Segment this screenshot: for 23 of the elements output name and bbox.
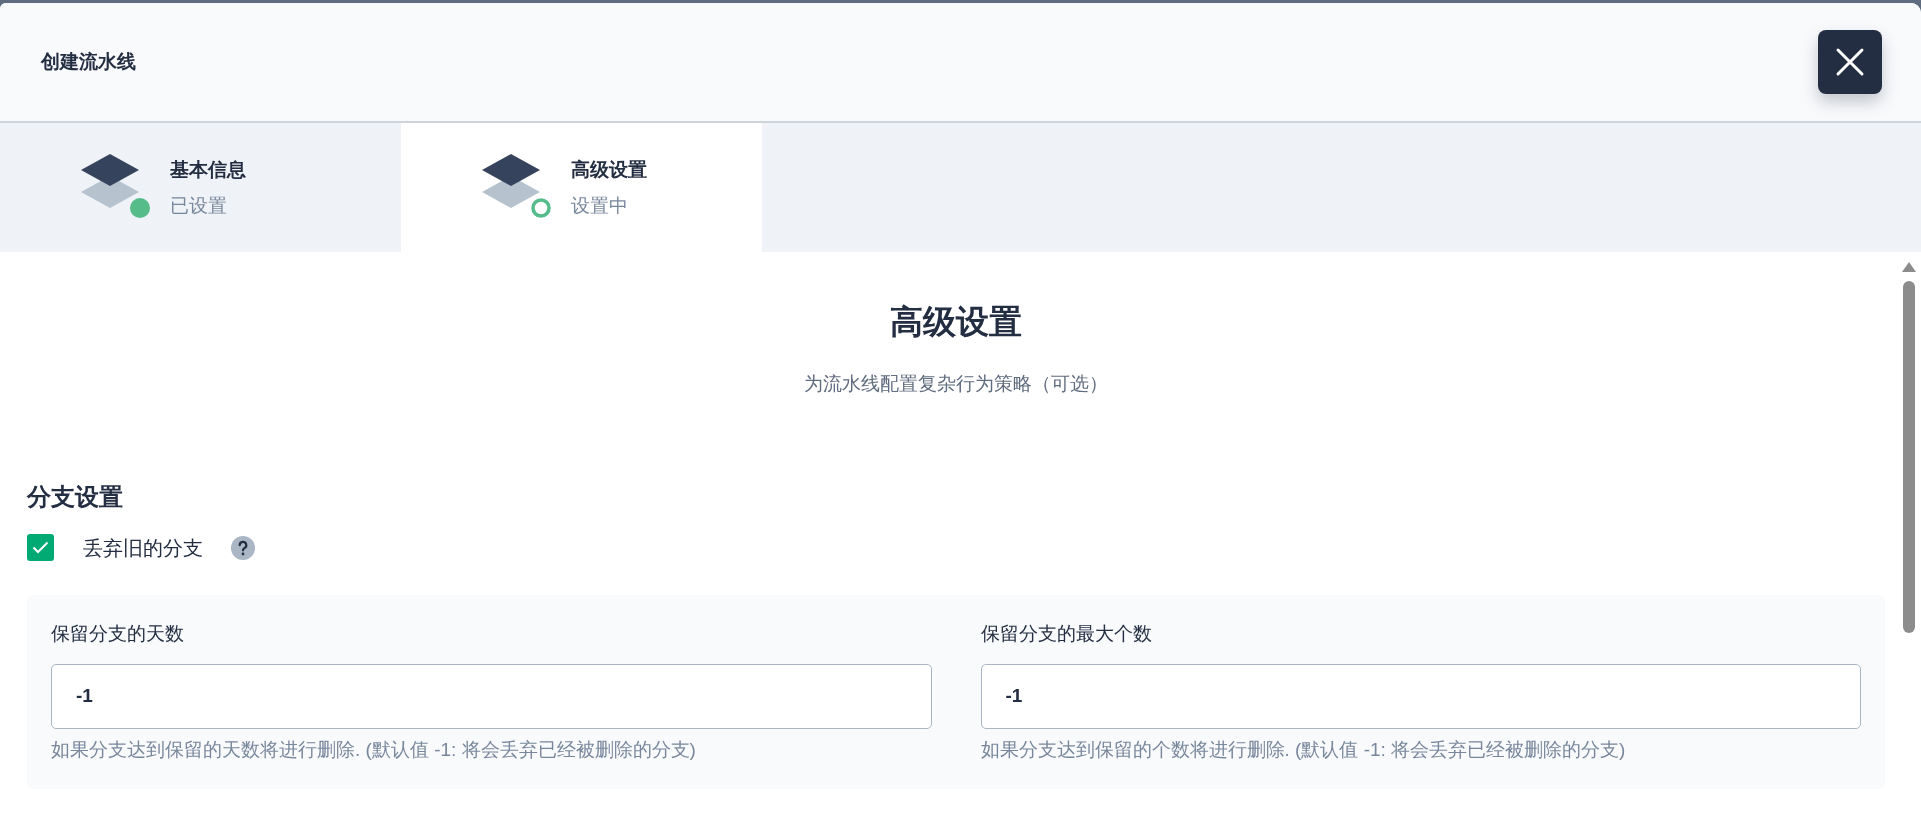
help-icon[interactable] (231, 535, 255, 560)
input-field[interactable]: -1 (51, 663, 932, 729)
checkmark-icon (32, 541, 49, 554)
checkbox-label: 丢弃旧的分支 (83, 535, 203, 561)
dialog-title: 创建流水线 (41, 49, 136, 74)
close-button[interactable] (1818, 30, 1882, 94)
field-label: 保留分支的天数 (51, 621, 185, 646)
step-status: 已设置 (170, 193, 228, 218)
section-title: 分支设置 (27, 481, 123, 512)
step-title: 高级设置 (571, 157, 647, 182)
field-hint: 如果分支达到保留的个数将进行删除. (默认值 -1: 将会丢弃已经被删除的分支) (980, 737, 1627, 762)
field-label: 保留分支的最大个数 (980, 621, 1153, 646)
step-tab[interactable]: 高级设置 设置中 (401, 123, 762, 252)
input-field[interactable]: -1 (980, 663, 1861, 729)
close-icon (1835, 47, 1865, 77)
step-title: 基本信息 (170, 157, 246, 182)
scroll-up-arrow-icon[interactable] (1901, 261, 1917, 273)
scrollbar-thumb[interactable] (1903, 281, 1915, 633)
page-heading: 高级设置 (890, 302, 1022, 342)
checkbox[interactable] (27, 534, 54, 561)
field-hint: 如果分支达到保留的天数将进行删除. (默认值 -1: 将会丢弃已经被删除的分支) (51, 737, 697, 762)
step-status: 设置中 (571, 193, 629, 218)
page-subtitle: 为流水线配置复杂行为策略（可选） (804, 372, 1108, 396)
